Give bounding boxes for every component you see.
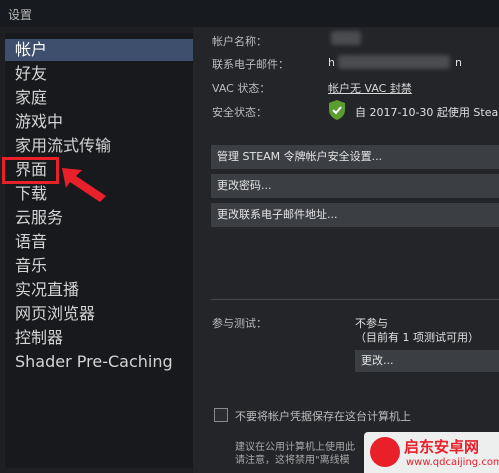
annotation-arrow-icon — [62, 168, 106, 202]
account-name-redacted — [331, 31, 361, 45]
change-beta-button[interactable]: 更改... — [355, 350, 499, 372]
sidebar-item-remote-play[interactable]: 家用流式传输 — [5, 135, 193, 157]
sidebar-item-account[interactable]: 帐户 — [5, 39, 193, 61]
sidebar-item-shader-pre-caching[interactable]: Shader Pre-Caching — [5, 351, 193, 373]
account-name-label: 帐户名称： — [212, 35, 267, 48]
manage-steam-guard-button[interactable]: 管理 STEAM 令牌帐户安全设置... — [211, 145, 499, 169]
sidebar-item-broadcasting[interactable]: 实况直播 — [5, 279, 193, 301]
sidebar-item-music[interactable]: 音乐 — [5, 255, 193, 277]
vac-status-label: VAC 状态： — [212, 82, 271, 95]
sidebar-item-voice[interactable]: 语音 — [5, 231, 193, 253]
sidebar-item-in-game[interactable]: 游戏中 — [5, 111, 193, 133]
security-status-value: 自 2017-10-30 起使用 Steam — [355, 106, 499, 119]
title-bar: 设置 — [0, 0, 499, 27]
annotation-highlight-box — [2, 157, 59, 184]
account-settings-panel: 帐户名称： 联系电子邮件： h n VAC 状态： 帐户无 VAC 封禁 安全状… — [193, 27, 499, 473]
watermark-title: 启东安卓网 — [404, 438, 480, 456]
settings-sidebar: 帐户 好友 家庭 游戏中 家用流式传输 界面 下载 云服务 语音 音乐 实况直播… — [5, 33, 193, 468]
email-value-end: n — [455, 56, 462, 69]
security-status-label: 安全状态： — [212, 106, 267, 119]
vac-status-link[interactable]: 帐户无 VAC 封禁 — [328, 80, 412, 96]
sidebar-item-friends[interactable]: 好友 — [5, 63, 193, 85]
beta-participation-label: 参与测试： — [212, 317, 267, 330]
dont-save-credentials-label: 不要将帐户凭据保存在这台计算机上 — [235, 410, 411, 423]
section-divider — [211, 299, 499, 300]
sidebar-item-family[interactable]: 家庭 — [5, 87, 193, 109]
email-redacted — [338, 55, 450, 69]
watermark-logo-icon — [370, 437, 400, 467]
watermark-url: www.qdcaijing.com — [406, 457, 499, 468]
shield-icon — [329, 100, 345, 120]
change-email-button[interactable]: 更改联系电子邮件地址... — [211, 203, 499, 227]
email-value-start: h — [328, 56, 335, 69]
beta-available-note: （目前有 1 项测试可用） — [355, 331, 479, 344]
credentials-hint-line2: 请注意，这将禁用"离线模 — [235, 455, 350, 466]
site-watermark: 启东安卓网 www.qdcaijing.com — [364, 432, 499, 473]
dont-save-credentials-checkbox[interactable] — [214, 408, 228, 422]
window-title: 设置 — [8, 8, 33, 22]
email-label: 联系电子邮件： — [212, 58, 289, 71]
sidebar-item-cloud[interactable]: 云服务 — [5, 207, 193, 229]
change-password-button[interactable]: 更改密码... — [211, 174, 499, 198]
sidebar-item-web-browser[interactable]: 网页浏览器 — [5, 303, 193, 325]
sidebar-item-controller[interactable]: 控制器 — [5, 327, 193, 349]
